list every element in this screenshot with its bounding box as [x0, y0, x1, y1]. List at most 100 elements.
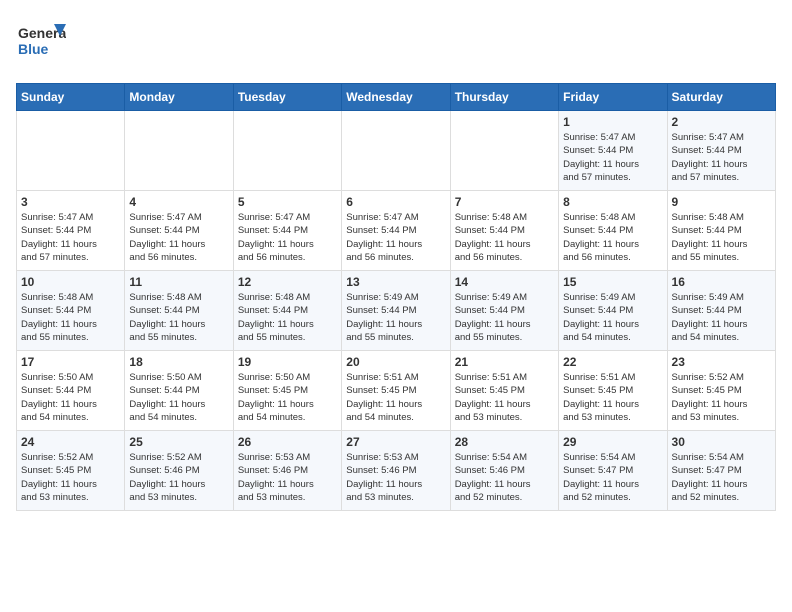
day-info: Sunrise: 5:52 AM Sunset: 5:45 PM Dayligh…	[21, 451, 120, 504]
day-info: Sunrise: 5:54 AM Sunset: 5:47 PM Dayligh…	[563, 451, 662, 504]
calendar-cell: 1 Sunrise: 5:47 AM Sunset: 5:44 PM Daylig…	[559, 111, 667, 191]
day-number: 5	[238, 195, 337, 209]
day-number: 29	[563, 435, 662, 449]
day-info: Sunrise: 5:49 AM Sunset: 5:44 PM Dayligh…	[672, 291, 771, 344]
calendar-body: 1 Sunrise: 5:47 AM Sunset: 5:44 PM Daylig…	[17, 111, 776, 511]
calendar-cell: 16 Sunrise: 5:49 AM Sunset: 5:44 PM Dayli…	[667, 271, 775, 351]
calendar-cell: 18 Sunrise: 5:50 AM Sunset: 5:44 PM Dayli…	[125, 351, 233, 431]
day-info: Sunrise: 5:48 AM Sunset: 5:44 PM Dayligh…	[563, 211, 662, 264]
day-number: 15	[563, 275, 662, 289]
calendar-cell: 19Sunrise: 5:50 AM Sunset: 5:45 PM Dayli…	[233, 351, 341, 431]
calendar-cell: 2 Sunrise: 5:47 AM Sunset: 5:44 PM Daylig…	[667, 111, 775, 191]
day-number: 14	[455, 275, 554, 289]
day-info: Sunrise: 5:51 AM Sunset: 5:45 PM Dayligh…	[346, 371, 445, 424]
calendar-cell: 4 Sunrise: 5:47 AM Sunset: 5:44 PM Daylig…	[125, 191, 233, 271]
day-number: 6	[346, 195, 445, 209]
day-number: 18	[129, 355, 228, 369]
day-info: Sunrise: 5:52 AM Sunset: 5:45 PM Dayligh…	[672, 371, 771, 424]
day-number: 21	[455, 355, 554, 369]
col-header-thursday: Thursday	[450, 84, 558, 111]
day-number: 10	[21, 275, 120, 289]
day-number: 3	[21, 195, 120, 209]
calendar-cell: 21 Sunrise: 5:51 AM Sunset: 5:45 PM Dayli…	[450, 351, 558, 431]
day-info: Sunrise: 5:54 AM Sunset: 5:47 PM Dayligh…	[672, 451, 771, 504]
calendar-cell: 15 Sunrise: 5:49 AM Sunset: 5:44 PM Dayli…	[559, 271, 667, 351]
day-info: Sunrise: 5:51 AM Sunset: 5:45 PM Dayligh…	[563, 371, 662, 424]
calendar-cell: 28 Sunrise: 5:54 AM Sunset: 5:46 PM Dayli…	[450, 431, 558, 511]
day-number: 12	[238, 275, 337, 289]
col-header-tuesday: Tuesday	[233, 84, 341, 111]
calendar-header-row: SundayMondayTuesdayWednesdayThursdayFrid…	[17, 84, 776, 111]
week-row-4: 17Sunrise: 5:50 AM Sunset: 5:44 PM Dayli…	[17, 351, 776, 431]
day-number: 22	[563, 355, 662, 369]
day-number: 20	[346, 355, 445, 369]
day-number: 28	[455, 435, 554, 449]
calendar-cell: 11 Sunrise: 5:48 AM Sunset: 5:44 PM Dayli…	[125, 271, 233, 351]
day-info: Sunrise: 5:49 AM Sunset: 5:44 PM Dayligh…	[563, 291, 662, 344]
week-row-1: 1 Sunrise: 5:47 AM Sunset: 5:44 PM Daylig…	[17, 111, 776, 191]
calendar-cell: 9 Sunrise: 5:48 AM Sunset: 5:44 PM Daylig…	[667, 191, 775, 271]
day-number: 8	[563, 195, 662, 209]
day-info: Sunrise: 5:47 AM Sunset: 5:44 PM Dayligh…	[346, 211, 445, 264]
calendar-cell: 27 Sunrise: 5:53 AM Sunset: 5:46 PM Dayli…	[342, 431, 450, 511]
calendar-cell: 14 Sunrise: 5:49 AM Sunset: 5:44 PM Dayli…	[450, 271, 558, 351]
day-info: Sunrise: 5:47 AM Sunset: 5:44 PM Dayligh…	[672, 131, 771, 184]
day-number: 9	[672, 195, 771, 209]
day-number: 25	[129, 435, 228, 449]
day-info: Sunrise: 5:49 AM Sunset: 5:44 PM Dayligh…	[455, 291, 554, 344]
day-info: Sunrise: 5:49 AM Sunset: 5:44 PM Dayligh…	[346, 291, 445, 344]
week-row-2: 3 Sunrise: 5:47 AM Sunset: 5:44 PM Daylig…	[17, 191, 776, 271]
day-number: 11	[129, 275, 228, 289]
day-number: 4	[129, 195, 228, 209]
calendar-cell: 30 Sunrise: 5:54 AM Sunset: 5:47 PM Dayli…	[667, 431, 775, 511]
calendar-cell	[233, 111, 341, 191]
logo: General Blue	[16, 16, 66, 71]
calendar-cell: 24 Sunrise: 5:52 AM Sunset: 5:45 PM Dayli…	[17, 431, 125, 511]
week-row-3: 10 Sunrise: 5:48 AM Sunset: 5:44 PM Dayli…	[17, 271, 776, 351]
col-header-monday: Monday	[125, 84, 233, 111]
col-header-saturday: Saturday	[667, 84, 775, 111]
day-number: 2	[672, 115, 771, 129]
day-info: Sunrise: 5:51 AM Sunset: 5:45 PM Dayligh…	[455, 371, 554, 424]
svg-text:Blue: Blue	[18, 41, 49, 57]
day-number: 30	[672, 435, 771, 449]
day-info: Sunrise: 5:48 AM Sunset: 5:44 PM Dayligh…	[672, 211, 771, 264]
day-info: Sunrise: 5:48 AM Sunset: 5:44 PM Dayligh…	[238, 291, 337, 344]
day-info: Sunrise: 5:50 AM Sunset: 5:44 PM Dayligh…	[129, 371, 228, 424]
day-number: 7	[455, 195, 554, 209]
day-number: 26	[238, 435, 337, 449]
day-number: 19	[238, 355, 337, 369]
col-header-wednesday: Wednesday	[342, 84, 450, 111]
calendar-table: SundayMondayTuesdayWednesdayThursdayFrid…	[16, 83, 776, 511]
day-number: 23	[672, 355, 771, 369]
logo-icon: General Blue	[16, 16, 66, 66]
day-number: 27	[346, 435, 445, 449]
day-info: Sunrise: 5:50 AM Sunset: 5:44 PM Dayligh…	[21, 371, 120, 424]
day-info: Sunrise: 5:54 AM Sunset: 5:46 PM Dayligh…	[455, 451, 554, 504]
calendar-cell: 29 Sunrise: 5:54 AM Sunset: 5:47 PM Dayli…	[559, 431, 667, 511]
calendar-cell: 20 Sunrise: 5:51 AM Sunset: 5:45 PM Dayli…	[342, 351, 450, 431]
col-header-sunday: Sunday	[17, 84, 125, 111]
calendar-cell: 25Sunrise: 5:52 AM Sunset: 5:46 PM Dayli…	[125, 431, 233, 511]
day-info: Sunrise: 5:47 AM Sunset: 5:44 PM Dayligh…	[238, 211, 337, 264]
day-info: Sunrise: 5:47 AM Sunset: 5:44 PM Dayligh…	[563, 131, 662, 184]
day-info: Sunrise: 5:48 AM Sunset: 5:44 PM Dayligh…	[455, 211, 554, 264]
calendar-cell: 17Sunrise: 5:50 AM Sunset: 5:44 PM Dayli…	[17, 351, 125, 431]
week-row-5: 24 Sunrise: 5:52 AM Sunset: 5:45 PM Dayli…	[17, 431, 776, 511]
calendar-cell	[17, 111, 125, 191]
day-info: Sunrise: 5:48 AM Sunset: 5:44 PM Dayligh…	[129, 291, 228, 344]
calendar-cell: 7 Sunrise: 5:48 AM Sunset: 5:44 PM Daylig…	[450, 191, 558, 271]
day-number: 24	[21, 435, 120, 449]
day-number: 16	[672, 275, 771, 289]
day-info: Sunrise: 5:47 AM Sunset: 5:44 PM Dayligh…	[129, 211, 228, 264]
calendar-cell: 22 Sunrise: 5:51 AM Sunset: 5:45 PM Dayli…	[559, 351, 667, 431]
calendar-cell: 8 Sunrise: 5:48 AM Sunset: 5:44 PM Daylig…	[559, 191, 667, 271]
calendar-cell: 26Sunrise: 5:53 AM Sunset: 5:46 PM Dayli…	[233, 431, 341, 511]
calendar-cell: 5 Sunrise: 5:47 AM Sunset: 5:44 PM Daylig…	[233, 191, 341, 271]
calendar-cell	[125, 111, 233, 191]
day-number: 13	[346, 275, 445, 289]
calendar-cell: 10Sunrise: 5:48 AM Sunset: 5:44 PM Dayli…	[17, 271, 125, 351]
day-number: 1	[563, 115, 662, 129]
calendar-cell: 23 Sunrise: 5:52 AM Sunset: 5:45 PM Dayli…	[667, 351, 775, 431]
day-info: Sunrise: 5:53 AM Sunset: 5:46 PM Dayligh…	[346, 451, 445, 504]
